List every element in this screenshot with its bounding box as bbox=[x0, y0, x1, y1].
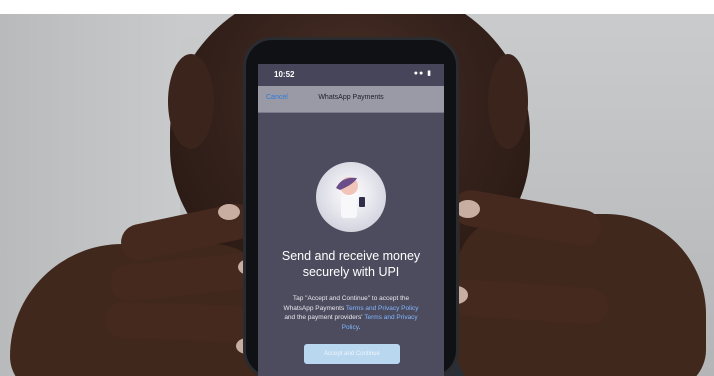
headline: Send and receive money securely with UPI bbox=[258, 248, 444, 280]
status-time: 10:52 bbox=[274, 70, 295, 79]
signal-battery-icon: ●● ▮ bbox=[413, 70, 432, 77]
accept-and-continue-button[interactable]: Accept and Continue bbox=[304, 344, 400, 364]
left-finger-3 bbox=[104, 301, 256, 343]
nav-title: WhatsApp Payments bbox=[318, 94, 384, 101]
terms-period: . bbox=[358, 323, 361, 331]
provider-policy-link[interactable]: Policy bbox=[342, 324, 359, 331]
whatsapp-terms-link[interactable]: Terms and Privacy Policy bbox=[346, 305, 419, 312]
status-bar: 10:52 ●● ▮ bbox=[258, 64, 444, 86]
terms-text-3: and the payment providers' bbox=[284, 314, 365, 321]
terms-text-2: WhatsApp Payments bbox=[283, 304, 346, 312]
terms-text: Tap "Accept and Continue" to accept the … bbox=[272, 294, 430, 332]
headline-line-1: Send and receive money bbox=[281, 249, 421, 263]
right-ear bbox=[488, 54, 528, 149]
phone-screen: 10:52 ●● ▮ Cancel WhatsApp Payments Send… bbox=[258, 64, 444, 376]
provider-terms-link[interactable]: Terms and Privacy bbox=[364, 314, 417, 321]
headline-line-2: securely with UPI bbox=[302, 265, 400, 279]
payments-illustration bbox=[316, 162, 386, 232]
person-illustration-icon bbox=[336, 177, 365, 218]
right-nail-1 bbox=[456, 200, 480, 218]
nav-bar: Cancel WhatsApp Payments bbox=[258, 86, 444, 113]
left-ear bbox=[168, 54, 214, 149]
terms-text-1: Tap "Accept and Continue" to accept the bbox=[292, 295, 410, 302]
left-nail-1 bbox=[218, 204, 240, 220]
